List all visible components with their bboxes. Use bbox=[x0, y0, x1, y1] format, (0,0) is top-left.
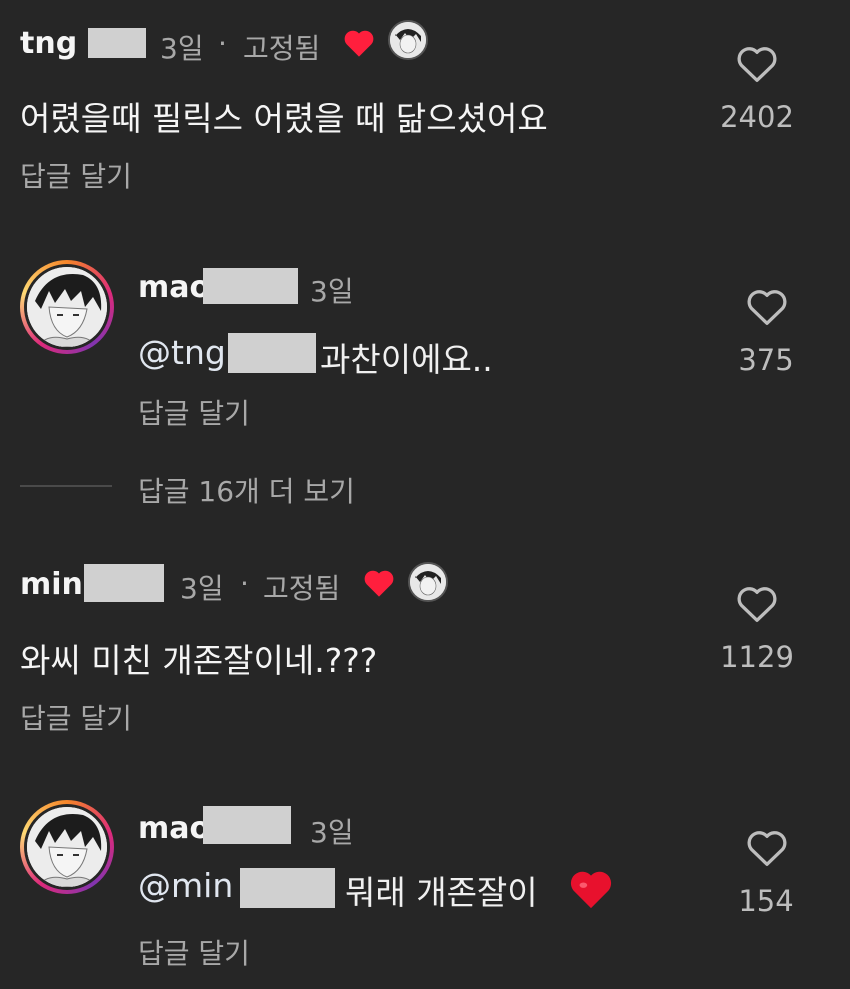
heart-outline-icon[interactable] bbox=[735, 44, 779, 84]
heart-outline-icon[interactable] bbox=[745, 287, 789, 327]
reply-mention[interactable]: @min bbox=[138, 866, 233, 905]
reply-button[interactable]: 답글 달기 bbox=[138, 932, 250, 972]
reply-text: 뭐래 개존잘이 bbox=[345, 873, 538, 912]
divider-line bbox=[20, 485, 112, 487]
heart-outline-icon[interactable] bbox=[735, 584, 779, 624]
creator-avatar bbox=[408, 562, 448, 602]
redacted-username bbox=[203, 268, 298, 304]
creator-avatar bbox=[388, 20, 428, 60]
heart-outline-icon[interactable] bbox=[745, 828, 789, 868]
reply-button[interactable]: 답글 달기 bbox=[20, 697, 132, 737]
comment-time: 3일 bbox=[180, 572, 224, 605]
heart-filled-icon bbox=[342, 28, 376, 58]
redacted-mention bbox=[228, 333, 316, 373]
reply-username[interactable]: mao bbox=[138, 811, 210, 846]
like-count: 154 bbox=[738, 884, 794, 918]
reply-button[interactable]: 답글 달기 bbox=[138, 392, 250, 432]
redacted-username bbox=[84, 564, 164, 602]
meta-separator: · bbox=[240, 567, 249, 600]
avatar-image bbox=[27, 807, 107, 887]
avatar[interactable] bbox=[20, 260, 114, 354]
reply-button[interactable]: 답글 달기 bbox=[20, 155, 132, 195]
reply-text: 과찬이에요.. bbox=[320, 340, 493, 379]
like-count: 1129 bbox=[720, 640, 794, 674]
redacted-username bbox=[203, 806, 291, 844]
meta-separator: · bbox=[218, 27, 227, 60]
heart-emoji-icon bbox=[568, 868, 614, 910]
reply-time: 3일 bbox=[310, 816, 354, 849]
redacted-username bbox=[88, 28, 146, 58]
avatar[interactable] bbox=[20, 800, 114, 894]
reply-time: 3일 bbox=[310, 275, 354, 308]
pinned-label: 고정됨 bbox=[243, 32, 321, 65]
redacted-mention bbox=[240, 868, 335, 908]
heart-filled-icon bbox=[362, 568, 396, 598]
reply-mention[interactable]: @tng bbox=[138, 333, 226, 372]
avatar-image bbox=[27, 267, 107, 347]
like-count: 375 bbox=[738, 343, 794, 377]
reply-username[interactable]: mao bbox=[138, 270, 210, 305]
comment-text: 어렸을때 필릭스 어렸을 때 닮으셨어요 bbox=[20, 99, 548, 138]
comment-username[interactable]: tng bbox=[20, 26, 77, 61]
comment-text: 와씨 미친 개존잘이네.??? bbox=[20, 641, 378, 680]
view-more-replies[interactable]: 답글 16개 더 보기 bbox=[138, 470, 355, 510]
like-count: 2402 bbox=[720, 100, 794, 134]
comment-username[interactable]: min bbox=[20, 567, 83, 602]
comment-time: 3일 bbox=[160, 32, 204, 65]
pinned-label: 고정됨 bbox=[263, 572, 341, 605]
